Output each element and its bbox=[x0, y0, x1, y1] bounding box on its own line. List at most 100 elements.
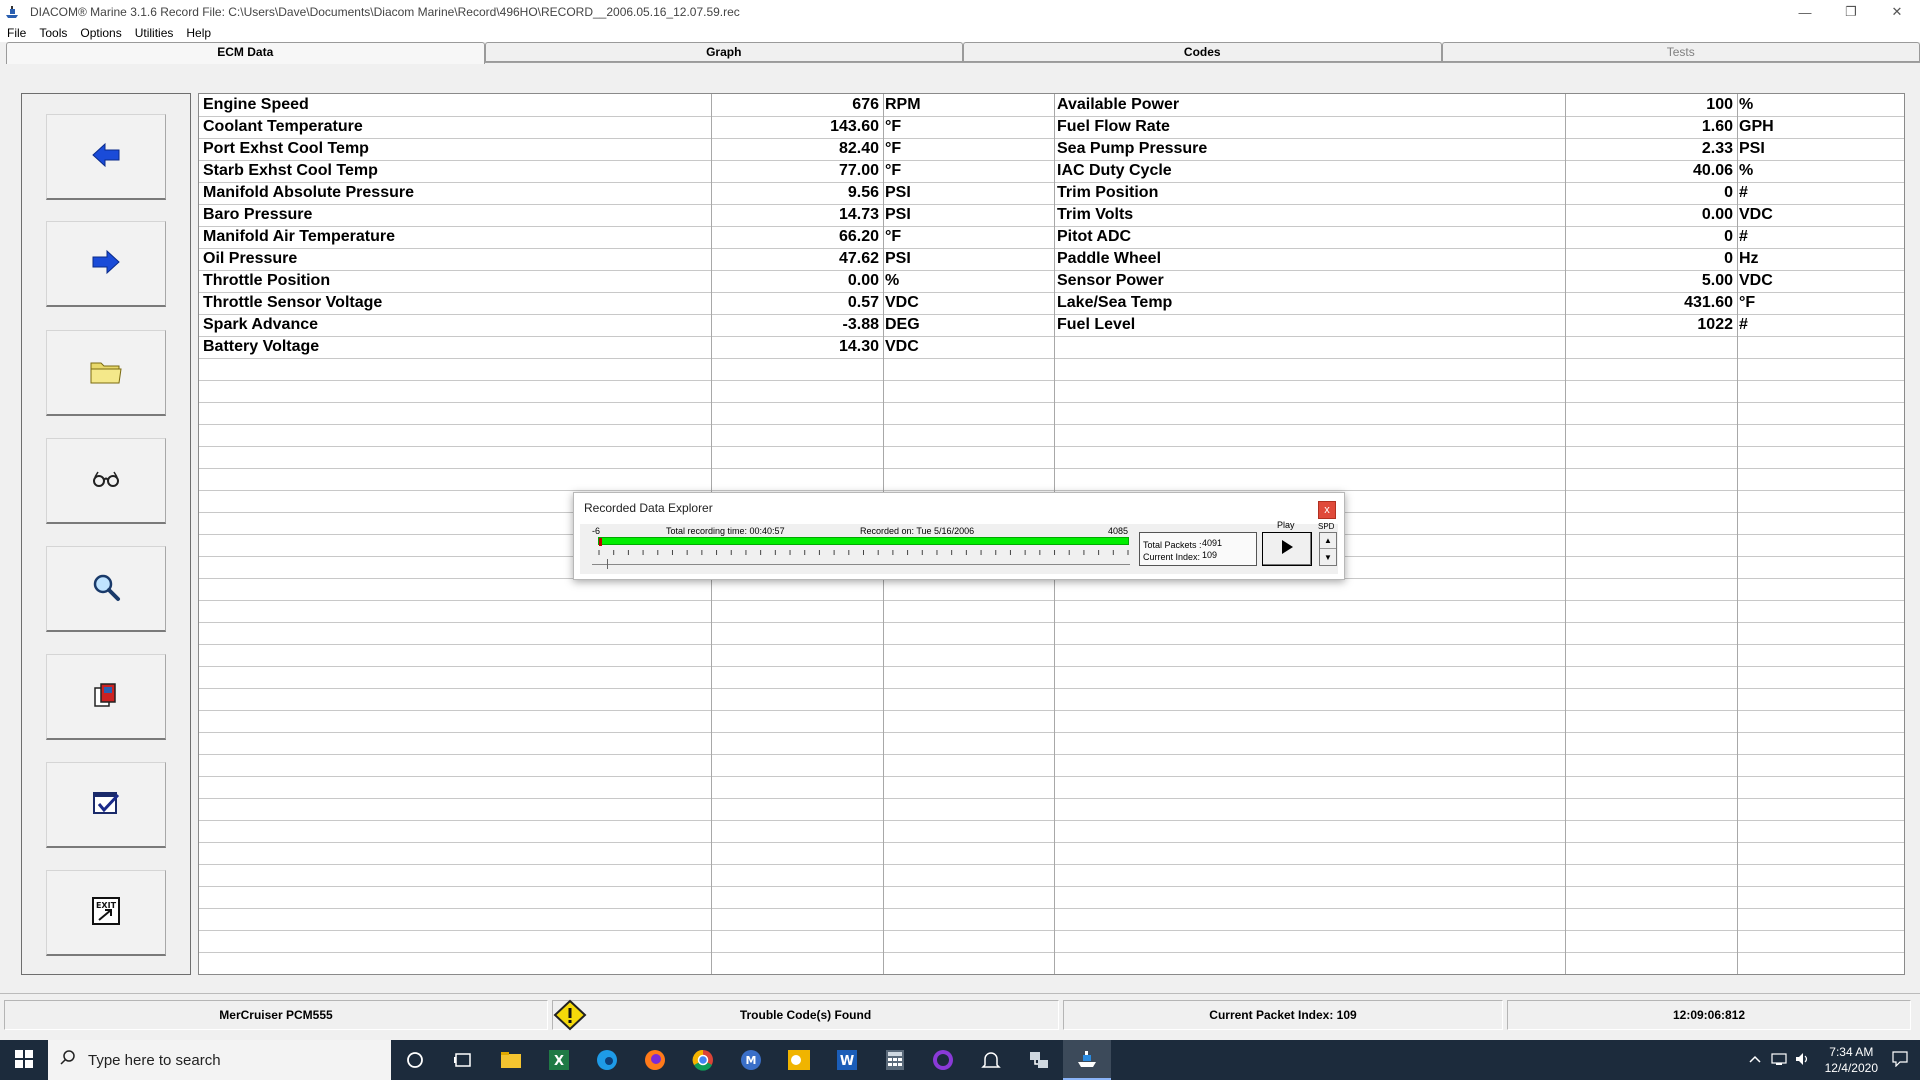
ring-app-icon[interactable] bbox=[919, 1040, 967, 1080]
network-tool-icon[interactable] bbox=[1015, 1040, 1063, 1080]
progress-marker bbox=[599, 538, 602, 546]
word-icon[interactable]: W bbox=[823, 1040, 871, 1080]
parameter-row[interactable]: Lake/Sea Temp 431.60 °F bbox=[199, 292, 1904, 314]
chevron-up-icon[interactable] bbox=[1749, 1053, 1761, 1067]
manual-button[interactable] bbox=[46, 654, 166, 740]
diacom-icon[interactable] bbox=[1063, 1040, 1111, 1080]
parameter-name: Fuel Level bbox=[1057, 316, 1136, 333]
open-folder-icon bbox=[89, 357, 123, 388]
menu-tools[interactable]: Tools bbox=[39, 26, 67, 40]
task-view-icon[interactable] bbox=[439, 1040, 487, 1080]
file-explorer-icon[interactable] bbox=[487, 1040, 535, 1080]
parameter-row[interactable]: Trim Volts 0.00 VDC bbox=[199, 204, 1904, 226]
explorer-close-button[interactable]: x bbox=[1318, 501, 1336, 519]
outlook-icon[interactable] bbox=[775, 1040, 823, 1080]
title-bar: DIACOM® Marine 3.1.6 Record File: C:\Use… bbox=[0, 0, 1920, 24]
parameter-row[interactable]: Trim Position 0 # bbox=[199, 182, 1904, 204]
parameter-row[interactable]: Sea Pump Pressure 2.33 PSI bbox=[199, 138, 1904, 160]
play-button[interactable] bbox=[1262, 532, 1312, 566]
parameter-unit: GPH bbox=[1739, 118, 1774, 135]
timeline-slider-thumb[interactable] bbox=[606, 559, 611, 569]
parameter-name: Paddle Wheel bbox=[1057, 250, 1162, 267]
total-packets-value: 4091 bbox=[1202, 538, 1223, 548]
cortana-icon[interactable] bbox=[391, 1040, 439, 1080]
parameter-row[interactable]: Battery Voltage 14.30 VDC bbox=[199, 336, 1904, 358]
parameter-row[interactable]: IAC Duty Cycle 40.06% bbox=[199, 160, 1904, 182]
parameter-name: Sensor Power bbox=[1057, 272, 1164, 289]
checklist-icon bbox=[91, 789, 121, 820]
parameter-name: Sea Pump Pressure bbox=[1057, 140, 1208, 157]
menu-options[interactable]: Options bbox=[80, 26, 121, 40]
forward-button[interactable] bbox=[46, 221, 166, 307]
tab-ecm-data[interactable]: ECM Data bbox=[6, 42, 485, 64]
calculator-icon[interactable] bbox=[871, 1040, 919, 1080]
speed-down-button[interactable]: ▼ bbox=[1320, 550, 1336, 566]
open-file-button[interactable] bbox=[46, 330, 166, 416]
view-button[interactable] bbox=[46, 438, 166, 524]
parameter-value: 0 bbox=[1724, 250, 1733, 267]
ecm-type-label: MerCruiser PCM555 bbox=[219, 1008, 333, 1022]
back-button[interactable] bbox=[46, 114, 166, 200]
tab-codes[interactable]: Codes bbox=[963, 42, 1442, 62]
play-icon bbox=[1280, 539, 1294, 560]
parameter-name: Trim Position bbox=[1057, 184, 1159, 201]
forward-arrow-icon bbox=[91, 249, 121, 278]
parameter-name: Lake/Sea Temp bbox=[1057, 294, 1173, 311]
parameter-row[interactable]: Fuel Flow Rate 1.60 GPH bbox=[199, 116, 1904, 138]
parameter-value: 0.00 bbox=[1701, 206, 1733, 223]
minimize-button[interactable]: — bbox=[1782, 0, 1828, 24]
warning-icon bbox=[553, 999, 587, 1034]
parameter-row[interactable]: Pitot ADC 0 # bbox=[199, 226, 1904, 248]
search-button[interactable] bbox=[46, 546, 166, 632]
parameter-row[interactable]: Available Power 100% bbox=[199, 94, 1904, 116]
svg-text:X: X bbox=[554, 1054, 564, 1069]
timeline-slider-track[interactable] bbox=[592, 564, 1130, 565]
status-time: 12:09:06:812 bbox=[1507, 1000, 1911, 1030]
status-ecm-type: MerCruiser PCM555 bbox=[4, 1000, 548, 1030]
volume-icon[interactable] bbox=[1795, 1052, 1811, 1069]
parameter-unit: VDC bbox=[1739, 206, 1773, 223]
status-bar: MerCruiser PCM555 Trouble Code(s) Found … bbox=[0, 993, 1920, 1035]
parameter-unit: % bbox=[1739, 96, 1754, 113]
excel-icon[interactable]: X bbox=[535, 1040, 583, 1080]
parameter-value: 0 bbox=[1724, 228, 1733, 245]
start-button[interactable] bbox=[0, 1040, 48, 1080]
packet-info-box: Total Packets : 4091 Current Index: 109 bbox=[1139, 532, 1257, 566]
network-icon[interactable] bbox=[1771, 1052, 1787, 1069]
menu-utilities[interactable]: Utilities bbox=[135, 26, 174, 40]
parameter-unit: °F bbox=[1739, 294, 1756, 311]
glasses-icon bbox=[92, 470, 120, 491]
parameter-name: Trim Volts bbox=[1057, 206, 1134, 223]
chrome-icon[interactable] bbox=[679, 1040, 727, 1080]
current-index-label: Current Index: bbox=[1143, 552, 1201, 562]
tab-graph[interactable]: Graph bbox=[484, 42, 963, 62]
menu-file[interactable]: File bbox=[7, 26, 26, 40]
current-index-value: 109 bbox=[1202, 550, 1218, 560]
parameter-unit: % bbox=[1739, 162, 1754, 179]
edge-icon[interactable] bbox=[583, 1040, 631, 1080]
parameter-row[interactable]: Sensor Power 5.00 VDC bbox=[199, 270, 1904, 292]
parameter-row[interactable]: Paddle Wheel 0 Hz bbox=[199, 248, 1904, 270]
parameter-name: IAC Duty Cycle bbox=[1057, 162, 1172, 179]
speed-up-button[interactable]: ▲ bbox=[1320, 533, 1336, 549]
svg-text:W: W bbox=[840, 1054, 854, 1069]
close-window-button[interactable]: ✕ bbox=[1874, 0, 1920, 24]
bell-app-icon[interactable] bbox=[967, 1040, 1015, 1080]
left-toolbar: EXIT bbox=[21, 93, 191, 975]
notifications-icon[interactable] bbox=[1892, 1050, 1908, 1070]
m-app-icon[interactable]: M bbox=[727, 1040, 775, 1080]
exit-button[interactable]: EXIT bbox=[46, 870, 166, 956]
firefox-icon[interactable] bbox=[631, 1040, 679, 1080]
parameter-value: 5.00 bbox=[1701, 272, 1733, 289]
search-icon bbox=[60, 1050, 76, 1070]
taskbar-search[interactable]: Type here to search bbox=[48, 1040, 391, 1080]
menu-help[interactable]: Help bbox=[186, 26, 211, 40]
parameter-row[interactable]: Fuel Level 1022 # bbox=[199, 314, 1904, 336]
taskbar-clock[interactable]: 7:34 AM 12/4/2020 bbox=[1825, 1044, 1878, 1076]
range-end: 4085 bbox=[1108, 526, 1129, 536]
play-label: Play bbox=[1277, 520, 1295, 530]
tab-strip: ECM Data Graph Codes Tests bbox=[6, 42, 1920, 64]
checklist-button[interactable] bbox=[46, 762, 166, 848]
windows-taskbar: Type here to search X M W 7:34 AM 12/4/2… bbox=[0, 1040, 1920, 1080]
restore-button[interactable]: ❐ bbox=[1828, 0, 1874, 24]
